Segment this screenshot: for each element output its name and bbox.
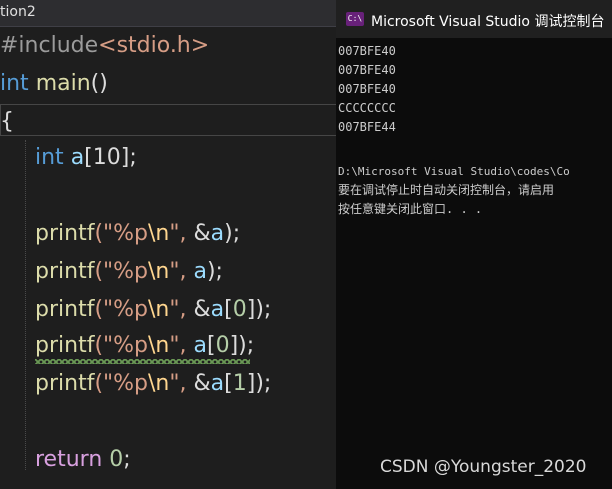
editor-tab[interactable]: tion2	[0, 0, 340, 27]
printf-idx-open: [	[224, 297, 233, 322]
console-info-line: 要在调试停止时自动关闭控制台，请启用	[338, 183, 555, 197]
return-keyword: return	[35, 447, 103, 472]
main-return-type: int	[0, 71, 29, 96]
console-output-line: 007BFE40	[338, 82, 396, 96]
printf-format: %p	[113, 221, 149, 246]
code-line-open-brace[interactable]: {	[0, 104, 14, 140]
printf-escape: \n	[148, 333, 170, 358]
include-directive: #include	[0, 33, 99, 58]
printf-fn: printf	[35, 259, 95, 284]
open-brace: {	[0, 109, 14, 134]
current-line-highlight	[0, 104, 340, 136]
printf-idx-open: [	[206, 333, 216, 358]
warning-squiggle	[35, 359, 250, 364]
console-output-line: 007BFE40	[338, 63, 396, 77]
printf-end: );	[255, 297, 272, 322]
printf-idx: 0	[215, 333, 230, 358]
code-editor[interactable]: tion2 #include<stdio.h> int main() { int…	[0, 0, 340, 489]
printf-escape: \n	[148, 371, 170, 396]
printf-open: ("	[94, 333, 114, 358]
printf-idx: 0	[232, 297, 247, 322]
printf-open: ("	[94, 259, 114, 284]
return-end: ;	[123, 447, 131, 472]
printf-close: ",	[169, 333, 194, 358]
printf-fn: printf	[35, 297, 95, 322]
console-titlebar[interactable]: C:\ Microsoft Visual Studio 调试控制台	[336, 0, 612, 38]
printf-idx-open: [	[224, 371, 233, 396]
printf-fn: printf	[35, 371, 95, 396]
printf-idx-close: ]	[229, 333, 239, 358]
printf-open: ("	[94, 297, 114, 322]
printf-var: a	[193, 259, 207, 284]
code-line-return[interactable]: return 0;	[35, 442, 131, 478]
console-prompt-line: 按任意键关闭此窗口. . .	[338, 202, 483, 216]
printf-idx: 1	[232, 371, 247, 396]
code-line-decl[interactable]: int a[10];	[35, 140, 137, 176]
printf-amp: &	[193, 221, 211, 246]
printf-var: a	[210, 371, 225, 396]
printf-end: );	[206, 259, 223, 284]
printf-amp: &	[193, 371, 211, 396]
printf-end: );	[238, 333, 255, 358]
console-path-line: D:\Microsoft Visual Studio\codes\Co	[338, 165, 570, 178]
printf-close: ",	[169, 297, 194, 322]
main-parens: ()	[90, 71, 108, 96]
console-title: Microsoft Visual Studio 调试控制台	[371, 14, 605, 30]
printf-escape: \n	[148, 259, 170, 284]
watermark: CSDN @Youngster_2020	[380, 457, 587, 477]
console-app-icon: C:\	[346, 12, 364, 26]
printf-close: ",	[169, 221, 194, 246]
main-name: main	[35, 71, 91, 96]
code-line-main[interactable]: int main()	[0, 66, 108, 102]
printf-open: ("	[94, 371, 114, 396]
printf-close: ",	[169, 371, 194, 396]
code-line-printf-3[interactable]: printf("%p\n", &a[0]);	[35, 292, 271, 328]
console-output-line: 007BFE44	[338, 120, 396, 134]
console-output-line: CCCCCCCC	[338, 101, 396, 115]
printf-end: );	[224, 221, 241, 246]
include-header: <stdio.h>	[98, 33, 210, 58]
decl-rest: [10];	[84, 145, 137, 170]
printf-amp: &	[193, 297, 211, 322]
printf-format: %p	[113, 333, 149, 358]
debug-console-window[interactable]: C:\ Microsoft Visual Studio 调试控制台 007BFE…	[336, 0, 612, 489]
code-line-printf-2[interactable]: printf("%p\n", a);	[35, 254, 223, 290]
printf-format: %p	[113, 371, 149, 396]
tab-title: tion2	[0, 4, 36, 20]
printf-fn: printf	[35, 221, 95, 246]
printf-close: ",	[169, 259, 194, 284]
decl-name: a	[70, 145, 85, 170]
printf-escape: \n	[148, 297, 170, 322]
code-line-printf-5[interactable]: printf("%p\n", &a[1]);	[35, 366, 271, 402]
code-line-include[interactable]: #include<stdio.h>	[0, 28, 209, 64]
printf-format: %p	[113, 297, 149, 322]
decl-type: int	[35, 145, 64, 170]
indent-guide	[25, 140, 26, 470]
printf-var: a	[193, 333, 207, 358]
printf-end: );	[255, 371, 272, 396]
return-value: 0	[109, 447, 124, 472]
printf-fn: printf	[35, 333, 95, 358]
printf-open: ("	[94, 221, 114, 246]
printf-var: a	[210, 221, 225, 246]
console-output-line: 007BFE40	[338, 44, 396, 58]
code-line-printf-1[interactable]: printf("%p\n", &a);	[35, 216, 240, 252]
printf-var: a	[210, 297, 225, 322]
printf-format: %p	[113, 259, 149, 284]
printf-escape: \n	[148, 221, 170, 246]
